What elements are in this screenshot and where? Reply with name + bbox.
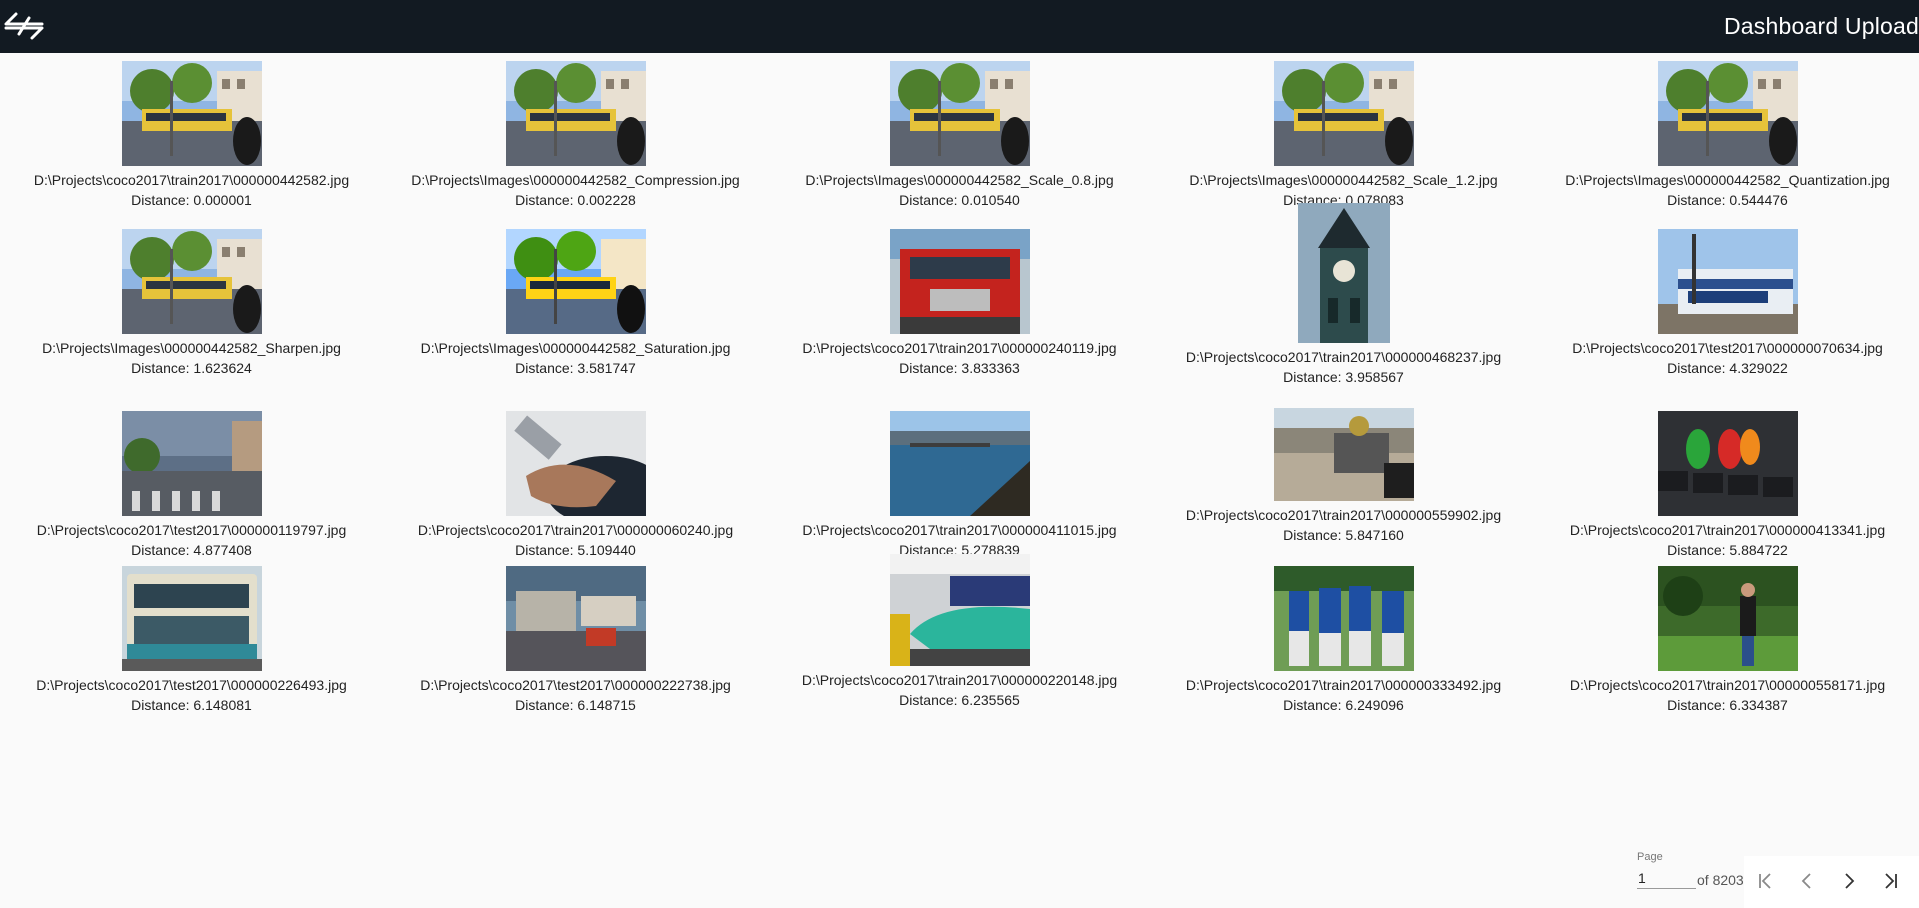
- result-file-path: D:\Projects\coco2017\train2017\000000468…: [1185, 349, 1502, 365]
- result-file-path: D:\Projects\Images\000000442582_Scale_0.…: [805, 172, 1114, 188]
- result-card: D:\Projects\Images\000000442582_Sharpen.…: [0, 229, 383, 377]
- result-file-path: D:\Projects\coco2017\train2017\000000060…: [417, 522, 734, 538]
- chevron-right-icon[interactable]: [1834, 866, 1864, 896]
- result-distance: Distance: 5.847160: [1283, 527, 1404, 543]
- result-card: D:\Projects\coco2017\train2017\000000559…: [1152, 408, 1535, 544]
- result-file-path: D:\Projects\coco2017\train2017\000000333…: [1185, 677, 1502, 693]
- result-thumbnail[interactable]: [1273, 408, 1414, 501]
- result-file-path: D:\Projects\coco2017\train2017\000000240…: [802, 340, 1117, 356]
- result-file-path: D:\Projects\coco2017\train2017\000000411…: [802, 522, 1117, 538]
- result-distance: Distance: 6.334387: [1667, 697, 1788, 713]
- result-distance: Distance: 4.877408: [131, 542, 252, 558]
- result-card: D:\Projects\coco2017\train2017\000000413…: [1536, 411, 1919, 559]
- page-label: Page: [1637, 851, 1663, 863]
- result-distance: Distance: 6.249096: [1283, 697, 1404, 713]
- result-card: D:\Projects\coco2017\test2017\0000001197…: [0, 411, 383, 559]
- result-card: D:\Projects\coco2017\train2017\000000220…: [768, 554, 1151, 709]
- result-card: D:\Projects\Images\000000442582_Scale_1.…: [1152, 61, 1535, 209]
- result-thumbnail[interactable]: [1657, 61, 1798, 166]
- result-file-path: D:\Projects\Images\000000442582_Scale_1.…: [1189, 172, 1498, 188]
- result-card: D:\Projects\coco2017\train2017\000000411…: [768, 411, 1151, 559]
- result-thumbnail[interactable]: [1273, 566, 1414, 671]
- result-file-path: D:\Projects\coco2017\train2017\000000413…: [1569, 522, 1886, 538]
- result-thumbnail[interactable]: [889, 411, 1030, 516]
- result-file-path: D:\Projects\Images\000000442582_Sharpen.…: [42, 340, 341, 356]
- result-thumbnail[interactable]: [1657, 566, 1798, 671]
- result-card: D:\Projects\coco2017\test2017\0000002264…: [0, 566, 383, 714]
- result-thumbnail[interactable]: [505, 61, 646, 166]
- result-thumbnail[interactable]: [121, 566, 262, 671]
- page-number-input[interactable]: [1637, 868, 1696, 889]
- result-file-path: D:\Projects\coco2017\test2017\0000002227…: [420, 677, 731, 693]
- result-file-path: D:\Projects\coco2017\train2017\000000442…: [33, 172, 350, 188]
- result-thumbnail[interactable]: [889, 61, 1030, 166]
- pagination: Page of 8203: [1637, 848, 1919, 908]
- result-file-path: D:\Projects\coco2017\train2017\000000220…: [801, 672, 1118, 688]
- result-card: D:\Projects\coco2017\train2017\000000442…: [0, 61, 383, 209]
- swap-arrows-logo-icon[interactable]: [2, 6, 46, 46]
- first-page-icon[interactable]: [1750, 866, 1780, 896]
- result-card: D:\Projects\coco2017\train2017\000000333…: [1152, 566, 1535, 714]
- result-thumbnail[interactable]: [505, 411, 646, 516]
- result-distance: Distance: 0.544476: [1667, 192, 1788, 208]
- result-card: D:\Projects\coco2017\train2017\000000060…: [384, 411, 767, 559]
- result-distance: Distance: 0.002228: [515, 192, 636, 208]
- result-card: D:\Projects\coco2017\test2017\0000000706…: [1536, 229, 1919, 377]
- page-total: of 8203: [1697, 872, 1744, 888]
- result-file-path: D:\Projects\Images\000000442582_Quantiza…: [1565, 172, 1890, 188]
- result-file-path: D:\Projects\coco2017\train2017\000000558…: [1569, 677, 1886, 693]
- result-distance: Distance: 0.010540: [899, 192, 1020, 208]
- result-file-path: D:\Projects\coco2017\test2017\0000002264…: [36, 677, 347, 693]
- result-distance: Distance: 1.623624: [131, 360, 252, 376]
- result-thumbnail[interactable]: [1657, 411, 1798, 516]
- result-distance: Distance: 3.581747: [515, 360, 636, 376]
- result-thumbnail[interactable]: [889, 229, 1030, 334]
- dashboard-upload-title[interactable]: Dashboard Upload: [1724, 0, 1919, 53]
- result-thumbnail[interactable]: [505, 229, 646, 334]
- result-file-path: D:\Projects\coco2017\train2017\000000559…: [1185, 507, 1502, 523]
- last-page-icon[interactable]: [1876, 866, 1906, 896]
- result-thumbnail[interactable]: [121, 411, 262, 516]
- result-thumbnail[interactable]: [889, 554, 1030, 666]
- result-thumbnail[interactable]: [1297, 203, 1390, 343]
- result-distance: Distance: 6.148715: [515, 697, 636, 713]
- result-card: D:\Projects\Images\000000442582_Scale_0.…: [768, 61, 1151, 209]
- result-thumbnail[interactable]: [505, 566, 646, 671]
- result-thumbnail[interactable]: [121, 229, 262, 334]
- result-distance: Distance: 3.958567: [1283, 369, 1404, 385]
- chevron-left-icon[interactable]: [1792, 866, 1822, 896]
- result-card: D:\Projects\coco2017\train2017\000000240…: [768, 229, 1151, 377]
- result-file-path: D:\Projects\Images\000000442582_Saturati…: [420, 340, 731, 356]
- result-thumbnail[interactable]: [1273, 61, 1414, 166]
- result-distance: Distance: 0.000001: [131, 192, 252, 208]
- top-app-bar: Dashboard Upload: [0, 0, 1919, 53]
- page-nav-buttons: [1744, 856, 1919, 908]
- result-file-path: D:\Projects\coco2017\test2017\0000001197…: [36, 522, 347, 538]
- result-card: D:\Projects\Images\000000442582_Compress…: [384, 61, 767, 209]
- result-distance: Distance: 6.148081: [131, 697, 252, 713]
- result-distance: Distance: 6.235565: [899, 692, 1020, 708]
- result-distance: Distance: 4.329022: [1667, 360, 1788, 376]
- result-file-path: D:\Projects\coco2017\test2017\0000000706…: [1572, 340, 1883, 356]
- result-card: D:\Projects\Images\000000442582_Saturati…: [384, 229, 767, 377]
- result-distance: Distance: 5.884722: [1667, 542, 1788, 558]
- result-distance: Distance: 3.833363: [899, 360, 1020, 376]
- result-file-path: D:\Projects\Images\000000442582_Compress…: [411, 172, 740, 188]
- result-thumbnail[interactable]: [121, 61, 262, 166]
- result-card: D:\Projects\coco2017\test2017\0000002227…: [384, 566, 767, 714]
- result-thumbnail[interactable]: [1657, 229, 1798, 334]
- result-card: D:\Projects\coco2017\train2017\000000558…: [1536, 566, 1919, 714]
- result-card: D:\Projects\Images\000000442582_Quantiza…: [1536, 61, 1919, 209]
- result-distance: Distance: 5.109440: [515, 542, 636, 558]
- result-card: D:\Projects\coco2017\train2017\000000468…: [1152, 203, 1535, 386]
